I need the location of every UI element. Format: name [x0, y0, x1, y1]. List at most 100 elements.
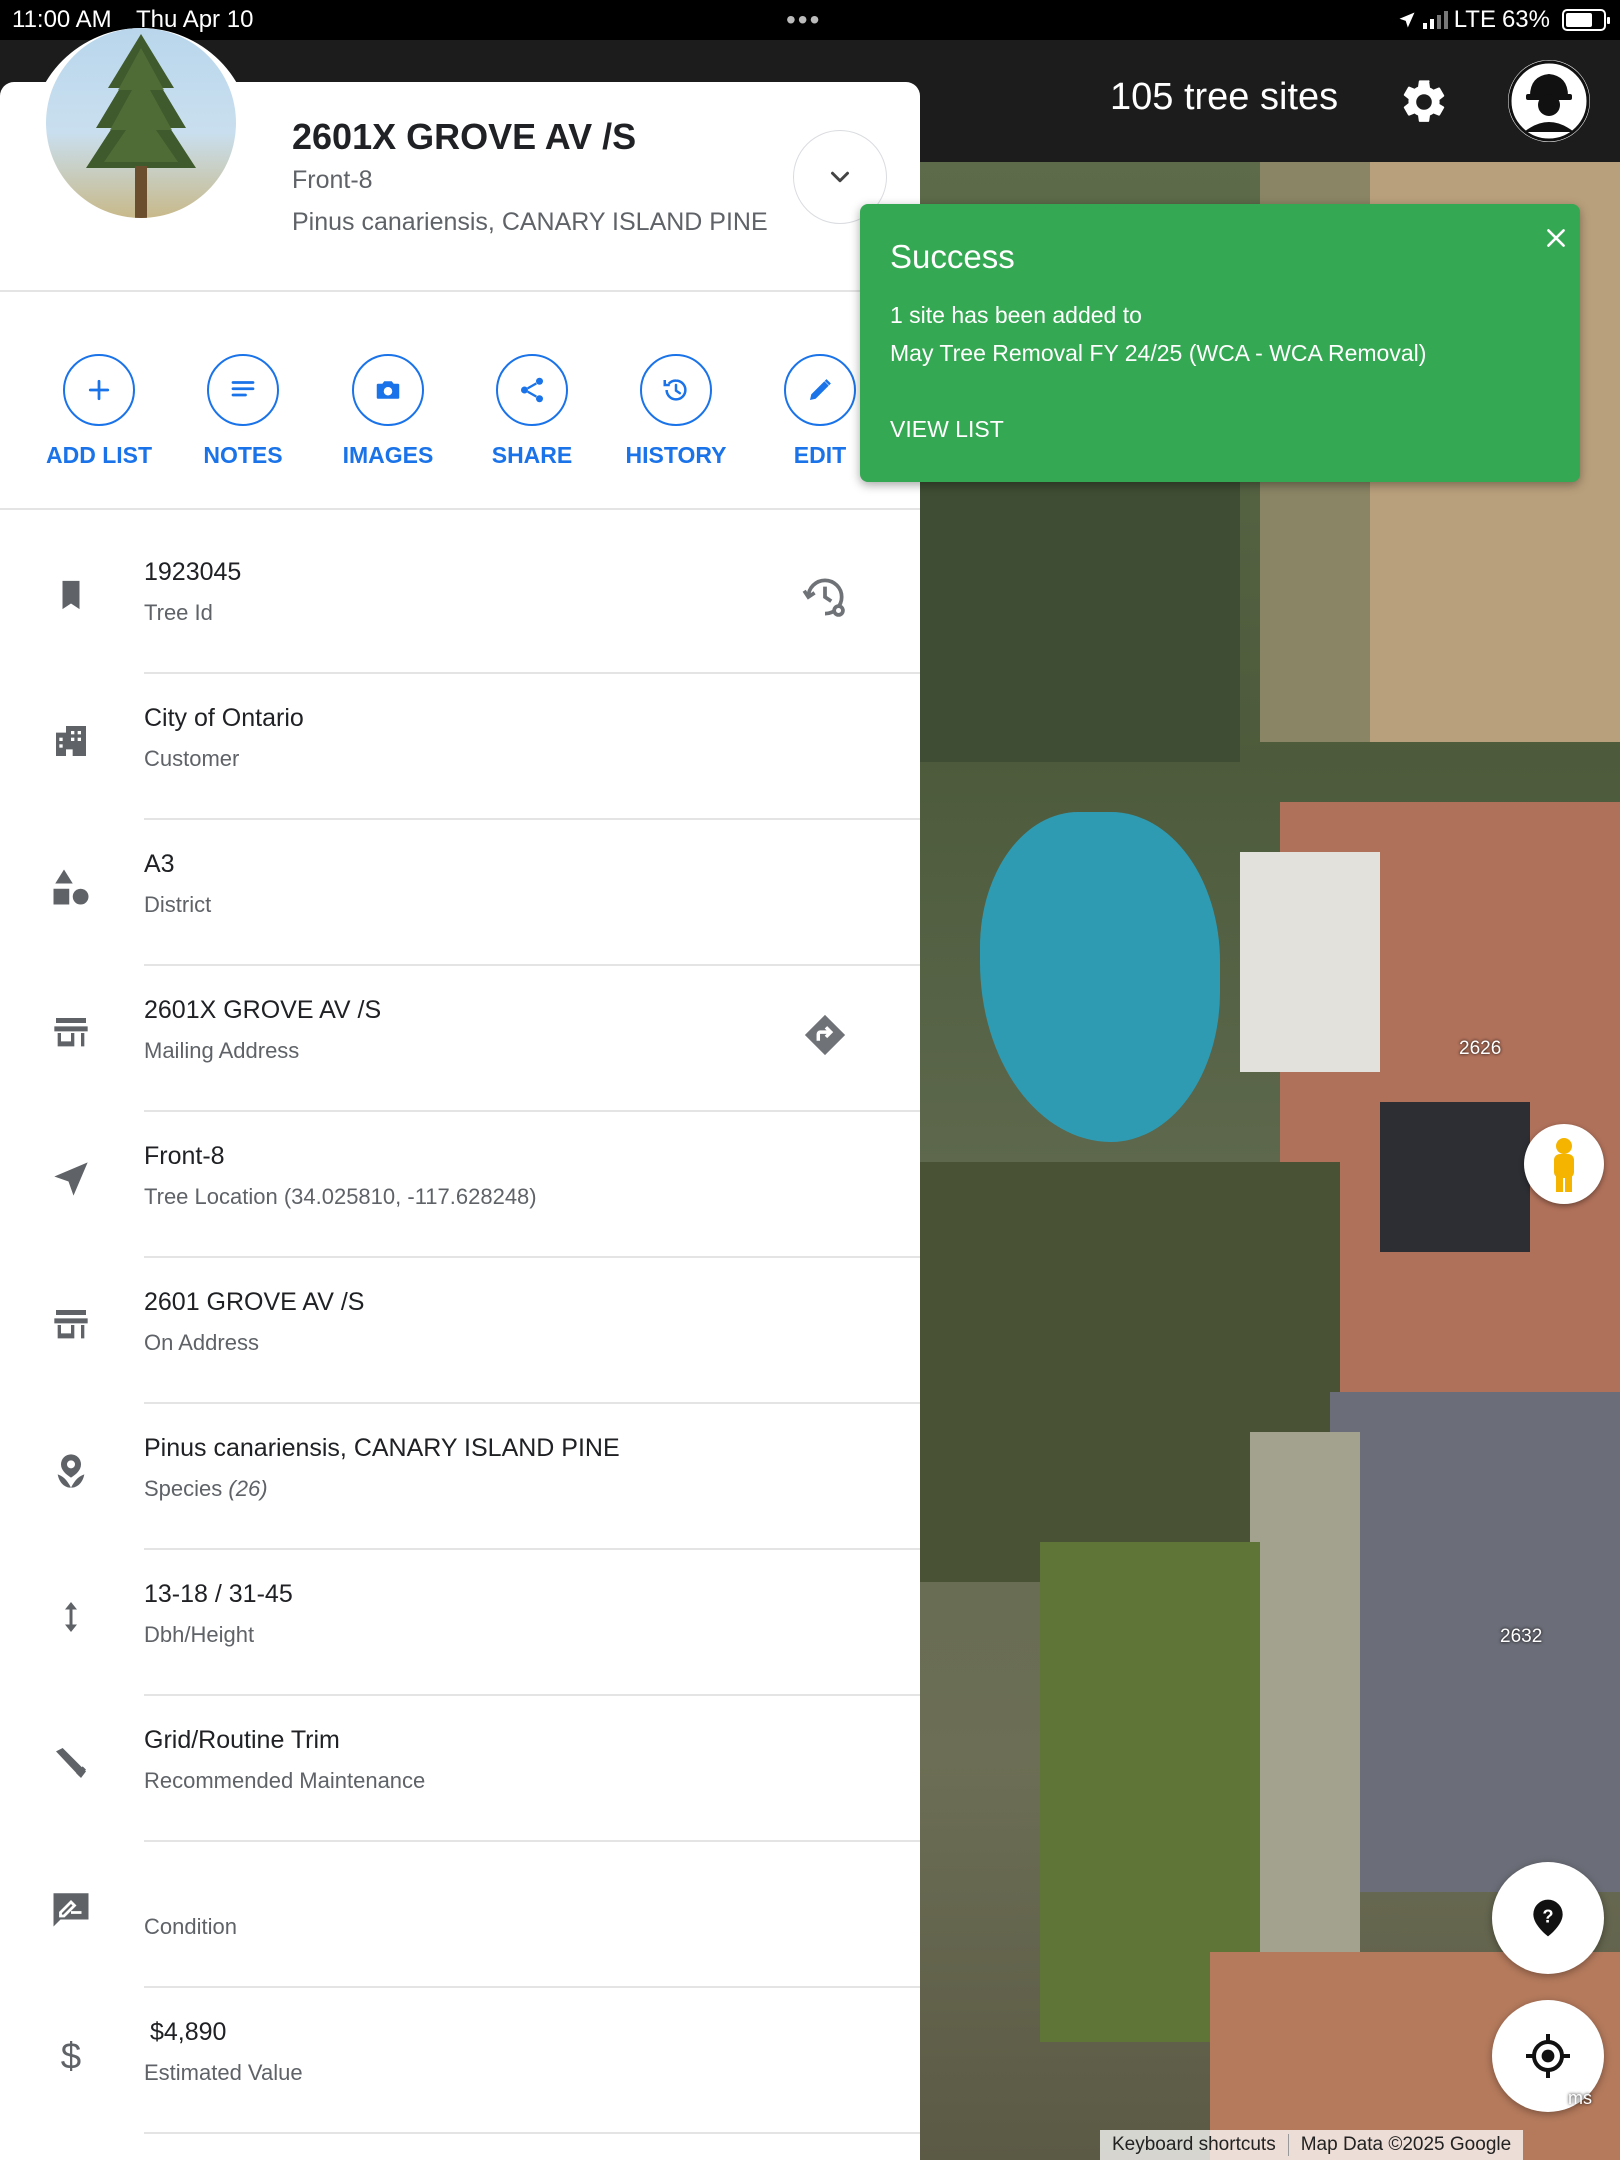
site-location: Front-8: [292, 166, 373, 194]
add-list-button[interactable]: ADD LIST: [24, 354, 174, 469]
building-icon: [56, 726, 86, 756]
tree-id-label: Tree Id: [144, 600, 213, 625]
history-settings-button[interactable]: [798, 570, 852, 624]
detail-row-tree-location: Front-8 Tree Location (34.025810, -117.6…: [0, 1112, 920, 1258]
multitasking-dots-icon[interactable]: •••: [786, 4, 821, 36]
mailing-address-value: 2601X GROVE AV /S: [144, 996, 382, 1024]
tree-species-icon: [57, 1454, 85, 1488]
action-bar: ADD LIST NOTES IMAGES SHARE HISTORY EDIT: [0, 354, 920, 504]
close-icon: [1547, 229, 1565, 247]
status-time: 11:00 AM: [12, 6, 112, 33]
dollar-icon: $: [61, 2035, 81, 2076]
toast-close-button[interactable]: [1540, 222, 1572, 254]
species-label: Species (26): [144, 1476, 268, 1502]
toast-title: Success: [890, 238, 1015, 275]
tree-photo-image: [46, 28, 236, 218]
dbh-height-value: 13-18 / 31-45: [144, 1580, 293, 1608]
detail-row-on-address: 2601 GROVE AV /S On Address: [0, 1258, 920, 1404]
add-list-label: ADD LIST: [45, 442, 153, 468]
navigation-icon: [54, 1162, 88, 1196]
pegman-icon: [1554, 1138, 1574, 1192]
battery-icon: [1562, 9, 1610, 31]
detail-row-dbh-height: 13-18 / 31-45 Dbh/Height: [0, 1550, 920, 1696]
status-indicators: LTE 63%: [1397, 6, 1610, 34]
crosshair-icon: [1526, 2034, 1570, 2078]
estimated-value-value: $4,890: [150, 2018, 227, 2046]
tree-photo[interactable]: [30, 28, 252, 250]
detail-row-customer: City of Ontario Customer: [0, 674, 920, 820]
rate-review-icon: [53, 1893, 89, 1927]
success-toast: Success 1 site has been added to May Tre…: [860, 204, 1580, 482]
share-icon: [521, 377, 543, 403]
header-divider: [0, 290, 920, 292]
actions-divider: [0, 508, 920, 510]
history-label: HISTORY: [625, 442, 727, 468]
on-address-value: 2601 GROVE AV /S: [144, 1288, 365, 1316]
location-arrow-icon: [1399, 12, 1415, 28]
images-button[interactable]: IMAGES: [313, 354, 463, 469]
shapes-icon: [53, 869, 89, 905]
customer-value: City of Ontario: [144, 704, 304, 732]
street-view-pegman[interactable]: [1524, 1124, 1604, 1204]
estimated-value-label: Estimated Value: [144, 2060, 303, 2085]
detail-row-maintenance: Grid/Routine Trim Recommended Maintenanc…: [0, 1696, 920, 1842]
keyboard-shortcuts-link[interactable]: Keyboard shortcuts: [1100, 2134, 1288, 2156]
district-value: A3: [144, 850, 175, 878]
row-divider: [144, 2132, 920, 2134]
site-title: 2601X GROVE AV /S: [292, 116, 637, 157]
district-label: District: [144, 892, 212, 917]
help-button[interactable]: ?: [1492, 1862, 1604, 1974]
share-button[interactable]: SHARE: [457, 354, 607, 469]
history-settings-icon: [802, 578, 845, 617]
detail-row-condition: Condition: [0, 1842, 920, 1988]
svg-text:?: ?: [1542, 1906, 1553, 1927]
species-label-text: Species: [144, 1476, 223, 1501]
directions-button[interactable]: [798, 1008, 852, 1062]
chevron-down-icon: [831, 171, 849, 183]
map-attribution: Keyboard shortcuts Map Data ©2025 Google: [1100, 2130, 1524, 2160]
maintenance-label: Recommended Maintenance: [144, 1768, 426, 1793]
pine-tree-icon: [86, 34, 196, 218]
saw-icon: [56, 1748, 86, 1778]
detail-row-estimated-value: $ $4,890 Estimated Value: [0, 1988, 920, 2134]
tree-location-label: Tree Location (34.025810, -117.628248): [144, 1184, 537, 1209]
worker-avatar-icon: [1508, 60, 1590, 142]
share-label: SHARE: [491, 442, 573, 468]
detail-row-district: A3 District: [0, 820, 920, 966]
condition-label: Condition: [144, 1914, 237, 1939]
toast-message: 1 site has been added to: [890, 302, 1142, 328]
bookmark-icon: [62, 580, 80, 610]
detail-row-tree-id: 1923045 Tree Id: [0, 528, 920, 674]
species-value: Pinus canariensis, CANARY ISLAND PINE: [144, 1434, 620, 1462]
help-marker-icon: ?: [1533, 1899, 1563, 1937]
detail-row-mailing-address: 2601X GROVE AV /S Mailing Address: [0, 966, 920, 1112]
store-icon: [54, 1310, 88, 1339]
site-count[interactable]: 105 tree sites: [1110, 76, 1338, 119]
network-type: LTE: [1453, 6, 1496, 33]
species-count: (26): [228, 1476, 268, 1501]
edit-icon: [810, 379, 831, 400]
profile-avatar[interactable]: [1508, 60, 1590, 142]
history-button[interactable]: HISTORY: [601, 354, 751, 469]
map-data-credit: Map Data ©2025 Google: [1287, 2134, 1523, 2156]
site-detail-panel: 2601X GROVE AV /S Front-8 Pinus canarien…: [0, 82, 920, 2160]
site-species: Pinus canariensis, CANARY ISLAND PINE: [292, 208, 768, 236]
store-icon: [54, 1018, 88, 1047]
signal-icon: [1422, 11, 1448, 29]
view-list-link[interactable]: VIEW LIST: [890, 416, 1004, 443]
directions-icon: [804, 1014, 846, 1056]
images-label: IMAGES: [342, 442, 434, 468]
customer-label: Customer: [144, 746, 240, 771]
gear-icon[interactable]: [1398, 76, 1450, 128]
notes-label: NOTES: [203, 442, 283, 468]
notes-icon: [231, 381, 255, 397]
map-address-label: 2626: [1459, 1038, 1502, 1059]
camera-icon: [376, 381, 400, 399]
maintenance-value: Grid/Routine Trim: [144, 1726, 340, 1754]
add-icon: [88, 379, 110, 401]
toast-list-name: May Tree Removal FY 24/25 (WCA - WCA Rem…: [890, 340, 1427, 366]
map-address-label: 2632: [1500, 1626, 1543, 1647]
tree-location-value: Front-8: [144, 1142, 225, 1170]
battery-percent: 63%: [1501, 6, 1550, 33]
notes-button[interactable]: NOTES: [168, 354, 318, 469]
